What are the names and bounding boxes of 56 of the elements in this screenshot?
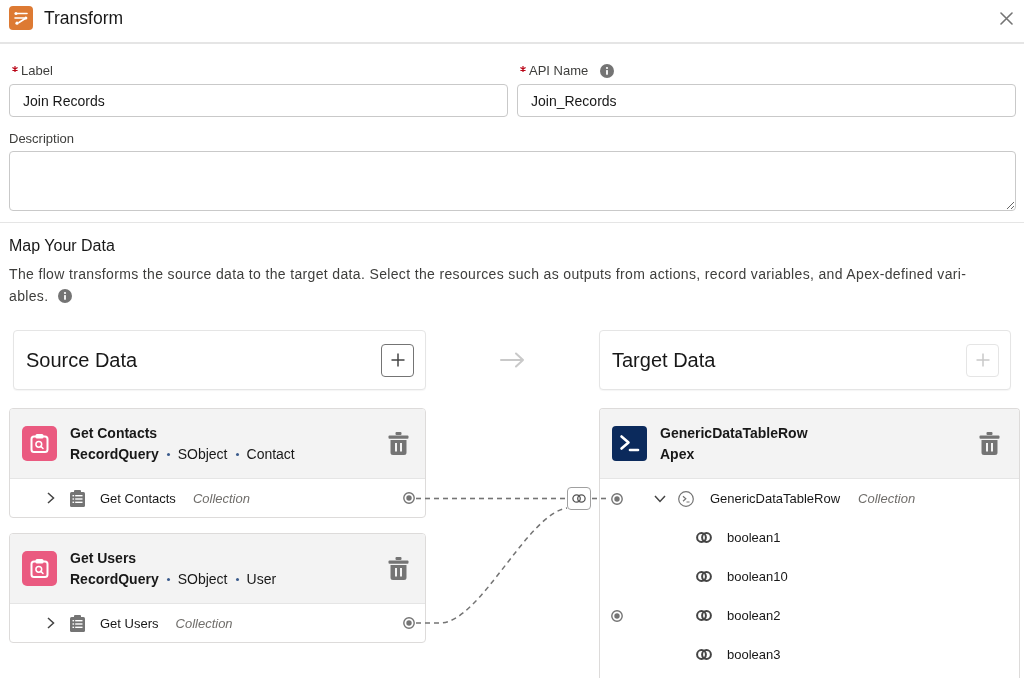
field-label: Label (21, 63, 53, 79)
card-title: Get Contacts (70, 424, 158, 443)
variable-name: Get Contacts (100, 490, 176, 506)
field-label: API Name (529, 63, 589, 79)
description-field[interactable] (9, 151, 1016, 211)
modal-title: Transform (44, 7, 124, 29)
record-type: Apex (660, 445, 695, 464)
variable-name: boolean1 (727, 530, 781, 545)
trash-icon[interactable] (388, 557, 409, 580)
variable-name: boolean10 (727, 569, 788, 584)
data-type-text: Collection (858, 491, 916, 506)
chevron-right-icon[interactable] (47, 617, 55, 629)
overlapping-rings-icon (572, 494, 586, 503)
close-icon[interactable] (1000, 11, 1013, 25)
variable-name: boolean3 (727, 647, 781, 662)
separator-dot-icon (166, 452, 170, 456)
record-type: RecordQuery (70, 570, 159, 589)
transform-icon (9, 6, 33, 30)
text-field[interactable]: Join_Records (517, 84, 1016, 117)
text-field[interactable]: Join Records (9, 84, 508, 117)
help-text: ables. (9, 287, 49, 306)
help-text: The flow transforms the source data to the target data. Select the resources such as outputs from actions, record variables, and Apex-defined vari- (9, 265, 967, 284)
join-node-button[interactable] (567, 487, 591, 510)
variable-name: GenericDataTableRow (710, 491, 841, 506)
meta-text: SObject (177, 570, 228, 589)
variable-name: boolean2 (727, 608, 781, 623)
trash-icon[interactable] (388, 432, 409, 455)
record-type: RecordQuery (70, 445, 159, 464)
port-icon[interactable] (611, 609, 623, 622)
port-icon[interactable] (403, 617, 415, 629)
separator-dot-icon (166, 577, 170, 581)
data-type-text: Collection (175, 615, 233, 631)
port-icon[interactable] (403, 492, 415, 504)
section-title: Map Your Data (9, 237, 115, 255)
chevron-right-icon[interactable] (47, 492, 55, 504)
card-title: Get Users (70, 549, 137, 568)
card-title: GenericDataTableRow (660, 424, 808, 443)
separator-dot-icon (235, 452, 239, 456)
info-icon[interactable] (600, 64, 615, 78)
add-button[interactable] (381, 343, 414, 377)
trash-icon[interactable] (979, 432, 1000, 455)
panel-title: Target Data (612, 348, 716, 372)
port-icon[interactable] (611, 492, 623, 505)
plus-icon (975, 353, 990, 367)
arrow-right-icon (500, 352, 525, 368)
panel-title: Source Data (26, 348, 138, 372)
plus-icon (390, 353, 405, 367)
meta-text: User (246, 570, 277, 589)
separator-dot-icon (235, 577, 239, 581)
meta-text: Contact (246, 445, 295, 464)
data-type-text: Collection (192, 490, 250, 506)
field-label: Description (9, 131, 75, 147)
meta-text: SObject (177, 445, 228, 464)
info-icon[interactable] (58, 289, 73, 303)
variable-name: Get Users (100, 615, 159, 631)
chevron-down-icon[interactable] (654, 494, 666, 503)
